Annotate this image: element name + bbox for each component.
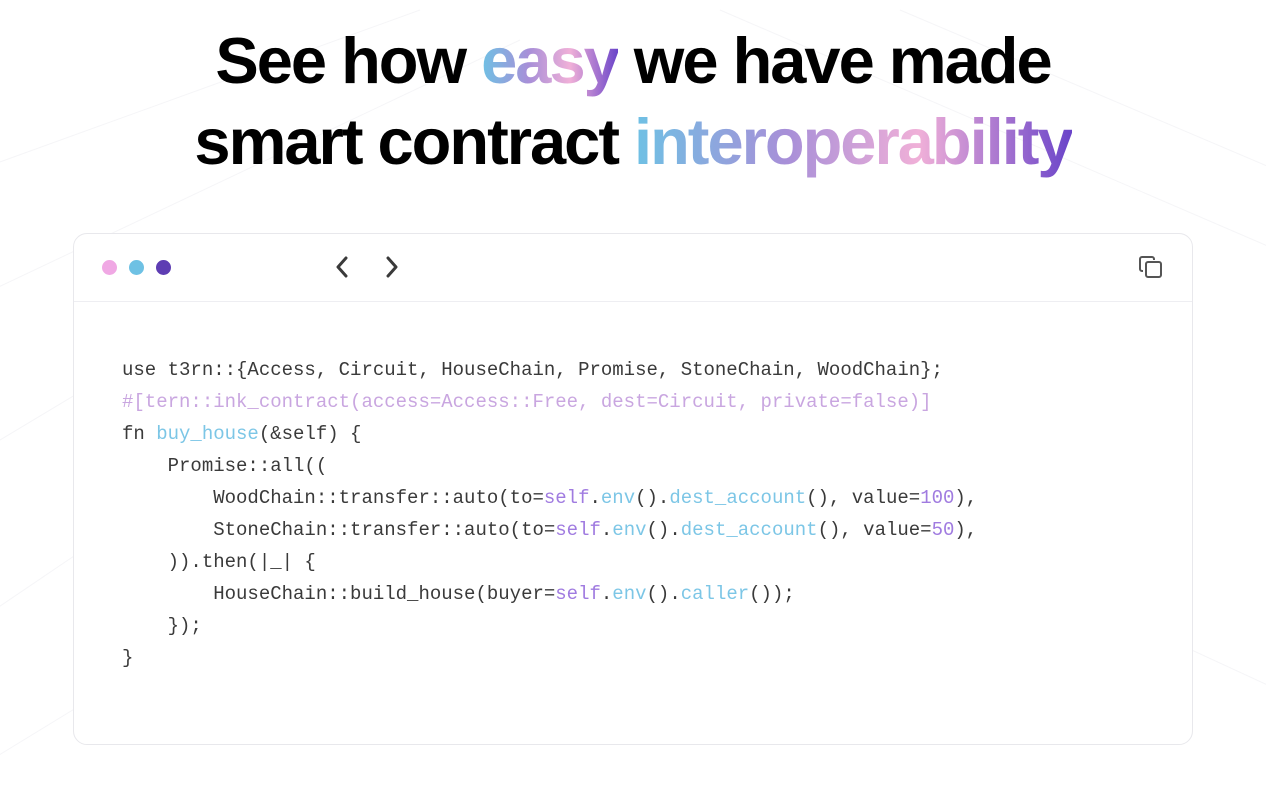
code-line-10: } <box>122 647 133 669</box>
code-line-3: fn buy_house(&self) { <box>122 423 361 445</box>
window-dots <box>102 260 171 275</box>
code-line-4: Promise::all(( <box>122 455 327 477</box>
headline-gradient-interoperability: interoperability <box>634 105 1072 178</box>
code-line-9: }); <box>122 615 202 637</box>
copy-icon[interactable] <box>1138 254 1164 280</box>
headline-part-2: we have made <box>618 24 1051 97</box>
headline-part-1: See how <box>215 24 481 97</box>
code-line-6: StoneChain::transfer::auto(to=self.env()… <box>122 519 977 541</box>
code-line-8: HouseChain::build_house(buyer=self.env()… <box>122 583 795 605</box>
page-headline: See how easy we have made smart contract… <box>0 0 1266 183</box>
headline-gradient-easy: easy <box>481 24 618 97</box>
nav-arrows <box>331 256 403 278</box>
code-line-2: #[tern::ink_contract(access=Access::Free… <box>122 391 932 413</box>
window-dot-purple <box>156 260 171 275</box>
code-line-5: WoodChain::transfer::auto(to=self.env().… <box>122 487 977 509</box>
arrow-right-icon[interactable] <box>381 256 403 278</box>
arrow-left-icon[interactable] <box>331 256 353 278</box>
window-dot-pink <box>102 260 117 275</box>
code-window: use t3rn::{Access, Circuit, HouseChain, … <box>73 233 1193 745</box>
headline-part-3: smart contract <box>194 105 634 178</box>
code-line-7: )).then(|_| { <box>122 551 316 573</box>
code-body: use t3rn::{Access, Circuit, HouseChain, … <box>74 302 1192 744</box>
code-window-header <box>74 234 1192 302</box>
code-line-1: use t3rn::{Access, Circuit, HouseChain, … <box>122 359 943 381</box>
window-dot-cyan <box>129 260 144 275</box>
